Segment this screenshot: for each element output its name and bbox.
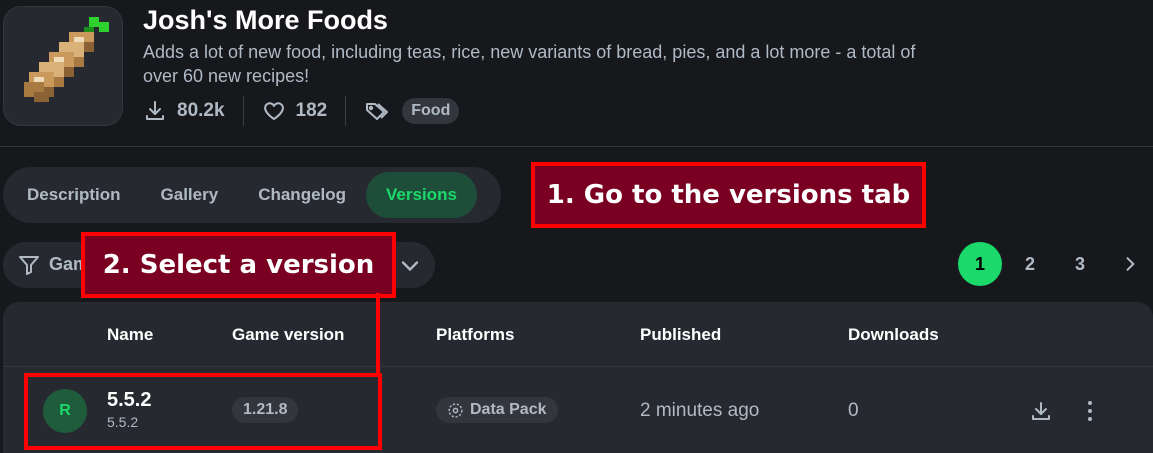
page-3-button[interactable]: 3 bbox=[1058, 242, 1102, 286]
annotation-highlight-version-row bbox=[24, 373, 382, 450]
project-summary: Adds a lot of new food, including teas, … bbox=[143, 42, 916, 86]
tab-changelog[interactable]: Changelog bbox=[238, 172, 366, 218]
tag-food[interactable]: Food bbox=[402, 98, 460, 124]
more-options-icon[interactable] bbox=[1080, 399, 1100, 423]
tags-stat: Food bbox=[364, 98, 460, 124]
download-icon bbox=[146, 101, 164, 120]
header-divider bbox=[0, 146, 1153, 147]
tab-description[interactable]: Description bbox=[7, 172, 141, 218]
header-downloads: Downloads bbox=[848, 325, 939, 344]
filter-icon bbox=[19, 256, 39, 275]
annotation-connector bbox=[376, 293, 380, 373]
published-time: 2 minutes ago bbox=[640, 400, 760, 421]
tags-icon bbox=[366, 103, 389, 120]
project-stats: 80.2k 182 Food bbox=[143, 96, 460, 126]
project-title: Josh's More Foods bbox=[143, 5, 388, 35]
project-tabs: Description Gallery Changelog Versions bbox=[3, 167, 501, 223]
follows-stat: 182 bbox=[262, 99, 328, 123]
header-game-version: Game version bbox=[232, 325, 345, 344]
project-icon bbox=[3, 6, 123, 126]
chevron-down-icon[interactable] bbox=[396, 252, 424, 280]
header-platforms: Platforms bbox=[436, 325, 515, 344]
stats-divider bbox=[345, 96, 347, 126]
platform-label: Data Pack bbox=[470, 401, 547, 418]
downloads-count: 80.2k bbox=[177, 100, 225, 121]
page-2-button[interactable]: 2 bbox=[1008, 242, 1052, 286]
stats-divider bbox=[242, 96, 244, 126]
burrito-bread-icon bbox=[24, 17, 109, 102]
annotation-step-2: 2. Select a version bbox=[81, 232, 396, 298]
datapack-icon bbox=[448, 402, 463, 418]
downloads-stat: 80.2k bbox=[143, 99, 225, 123]
annotation-step-1: 1. Go to the versions tab bbox=[531, 162, 926, 228]
chevron-right-icon[interactable] bbox=[1120, 254, 1140, 274]
follows-count: 182 bbox=[295, 100, 328, 121]
header-row-divider bbox=[3, 366, 1153, 367]
page-1-button[interactable]: 1 bbox=[958, 242, 1002, 286]
heart-icon bbox=[263, 102, 284, 120]
header-published: Published bbox=[640, 325, 722, 344]
header-name: Name bbox=[107, 325, 154, 344]
tab-gallery[interactable]: Gallery bbox=[141, 172, 239, 218]
platform-chip: Data Pack bbox=[436, 397, 558, 423]
download-icon[interactable] bbox=[1029, 399, 1053, 423]
tab-versions[interactable]: Versions bbox=[366, 172, 477, 218]
version-downloads: 0 bbox=[848, 400, 859, 421]
